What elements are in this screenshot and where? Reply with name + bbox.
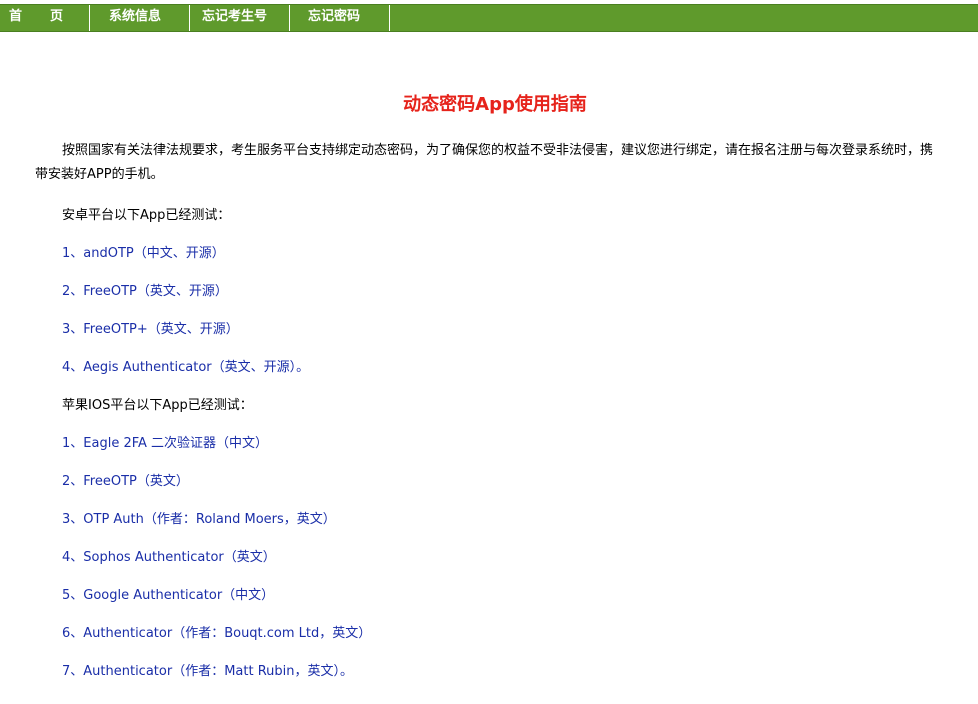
top-nav-bar: 首页 系统信息 忘记考生号 忘记密码	[0, 4, 978, 32]
intro-paragraph: 按照国家有关法律法规要求，考生服务平台支持绑定动态密码，为了确保您的权益不受非法…	[35, 143, 934, 182]
ios-app-item: 7、Authenticator（作者：Matt Rubin，英文）。	[62, 664, 353, 679]
ios-app-item: 6、Authenticator（作者：Bouqt.com Ltd，英文）	[62, 626, 372, 641]
ios-app-item: 3、OTP Auth（作者：Roland Moers，英文）	[62, 512, 336, 527]
ios-app-item: 1、Eagle 2FA 二次验证器（中文）	[62, 436, 269, 451]
nav-home-char-2: 页	[50, 9, 64, 24]
nav-forgot-password[interactable]: 忘记密码	[290, 5, 390, 31]
android-app-item: 4、Aegis Authenticator（英文、开源）。	[62, 360, 310, 375]
android-heading: 安卓平台以下App已经测试：	[62, 208, 231, 223]
page-title: 动态密码App使用指南	[403, 94, 587, 115]
ios-app-item: 4、Sophos Authenticator（英文）	[62, 550, 276, 565]
ios-heading: 苹果IOS平台以下App已经测试：	[62, 398, 253, 413]
ios-app-item: 2、FreeOTP（英文）	[62, 474, 189, 489]
android-app-item: 1、andOTP（中文、开源）	[62, 246, 225, 261]
android-app-item: 2、FreeOTP（英文、开源）	[62, 284, 228, 299]
nav-forgot-candidate-number[interactable]: 忘记考生号	[190, 5, 290, 31]
nav-home-char-1: 首	[9, 9, 23, 24]
nav-home[interactable]: 首页	[0, 5, 90, 31]
nav-system-info[interactable]: 系统信息	[90, 5, 190, 31]
ios-app-item: 5、Google Authenticator（中文）	[62, 588, 275, 603]
android-app-item: 3、FreeOTP+（英文、开源）	[62, 322, 239, 337]
